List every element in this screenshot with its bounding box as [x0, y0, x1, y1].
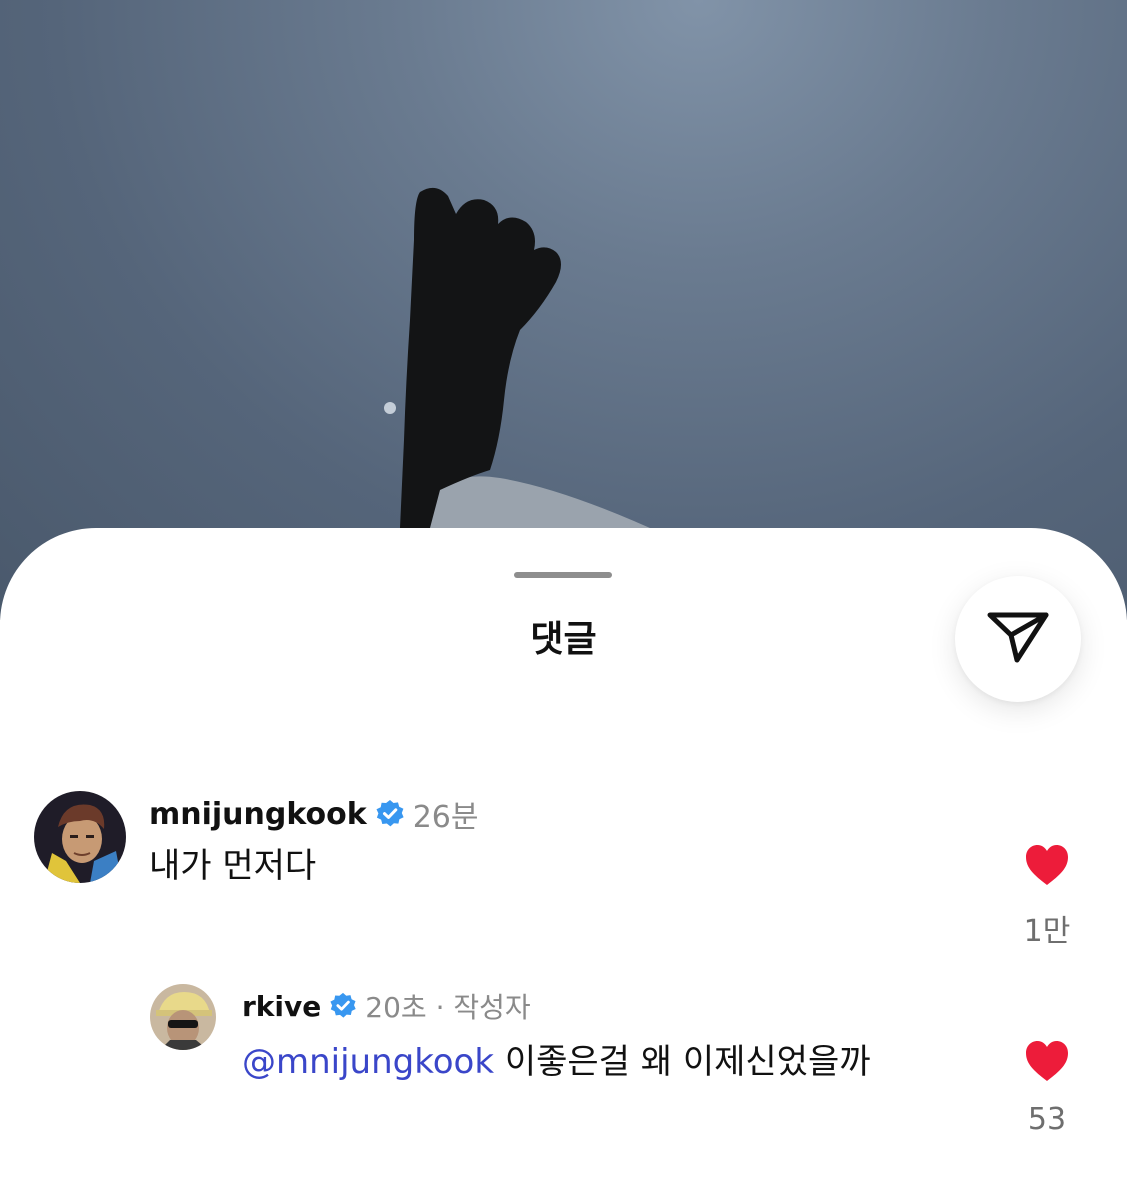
avatar[interactable] [150, 984, 216, 1050]
foot-silhouette-image [384, 187, 650, 529]
like-group: 1만 [1010, 844, 1084, 950]
like-group: 53 [1010, 1040, 1084, 1137]
drag-handle[interactable] [514, 572, 612, 578]
comment-time: 26분 [412, 800, 479, 835]
comment-meta: mnijungkook 26분 [149, 792, 478, 836]
heart-filled-icon[interactable] [1024, 1040, 1070, 1086]
comment-text: 내가 먼저다 [149, 846, 317, 886]
like-count: 1만 [1023, 914, 1071, 949]
verified-badge-icon [375, 799, 405, 829]
like-count: 53 [1027, 1102, 1067, 1137]
reply-time: 20초 · 작성자 [365, 991, 531, 1024]
username[interactable]: mnijungkook [149, 797, 367, 832]
comments-sheet: 댓글 mnijungkook 26분 내가 먼저다 1만 rkive 20초 ·… [0, 528, 1127, 1200]
avatar[interactable] [34, 791, 126, 883]
viewport: 댓글 mnijungkook 26분 내가 먼저다 1만 rkive 20초 ·… [0, 0, 1127, 1200]
reply-body: 이좋은걸 왜 이제신었을까 [504, 1042, 871, 1082]
reply-text: @mnijungkook 이좋은걸 왜 이제신었을까 [242, 1040, 871, 1084]
username[interactable]: rkive [242, 990, 321, 1023]
mention-link[interactable]: @mnijungkook [242, 1042, 494, 1082]
verified-badge-icon [329, 992, 357, 1020]
post-photo [0, 0, 1127, 620]
heart-filled-icon[interactable] [1024, 844, 1070, 890]
share-button[interactable] [955, 576, 1081, 702]
paper-plane-icon [985, 609, 1051, 669]
reply-meta: rkive 20초 · 작성자 [242, 986, 531, 1026]
